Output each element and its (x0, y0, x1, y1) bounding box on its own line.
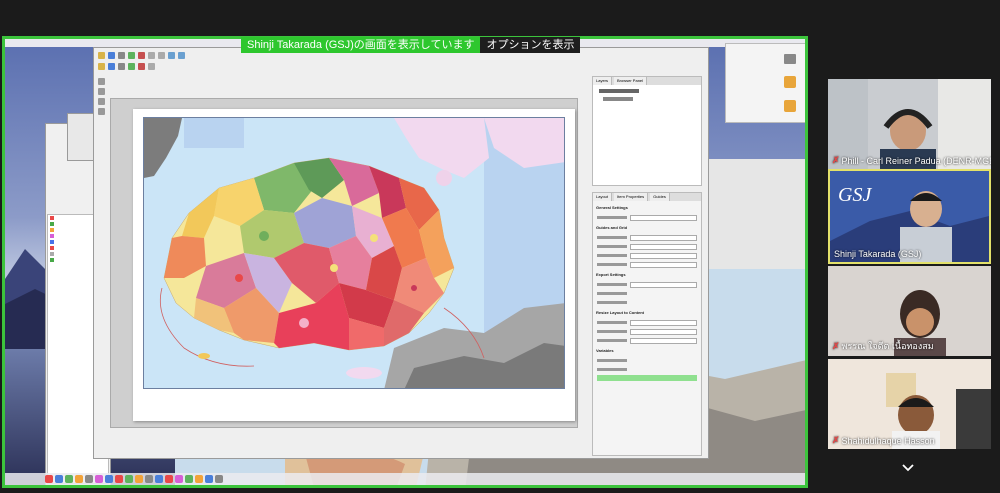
add-shape-icon[interactable] (138, 62, 145, 70)
app-icon[interactable] (85, 475, 93, 483)
participant-tile[interactable]: ✗ Shahidulhaque Hasson (828, 359, 991, 449)
open-icon[interactable] (98, 51, 105, 59)
participant-tile[interactable]: ✗ Phill - Carl Reiner Padua (DENR-MGB) (828, 79, 991, 169)
participant-name: Shinji Takarada (GSJ) (834, 249, 922, 259)
section-guides-grid[interactable]: Guides and Grid (596, 225, 698, 232)
tab-undo-history[interactable]: Browser Panel (614, 77, 648, 85)
screen-share-banner: Shinji Takarada (GSJ)の画面を表示しています オプションを表… (241, 37, 581, 53)
zoom-tool-icon[interactable] (98, 98, 105, 105)
app-icon[interactable] (135, 475, 143, 483)
app-icon[interactable] (65, 475, 73, 483)
move-content-icon[interactable] (98, 108, 105, 115)
view-options-button[interactable]: オプションを表示 (480, 37, 581, 53)
tab-layout[interactable]: Layout (593, 193, 613, 201)
layout-toolbar-2 (98, 62, 702, 70)
add-scalebar-icon[interactable] (128, 62, 135, 70)
zoom-out-icon[interactable] (178, 51, 185, 59)
layout-canvas[interactable] (110, 98, 578, 428)
page-units-select[interactable] (630, 261, 697, 268)
section-export-settings[interactable]: Export Settings (596, 272, 698, 279)
print-icon[interactable] (118, 51, 125, 59)
mic-off-icon: ✗ (832, 340, 840, 351)
reference-map-select[interactable] (630, 214, 697, 221)
properties-tabs: Layout Item Properties Guides (593, 193, 701, 201)
mic-off-icon: ✗ (832, 435, 840, 445)
section-general-settings[interactable]: General Settings (596, 205, 698, 212)
zoom-meeting-window: Shinji Takarada (GSJ)の画面を表示しています オプションを表… (0, 0, 1000, 493)
items-panel: Layers Browser Panel (592, 76, 702, 186)
margin-top-field[interactable] (630, 328, 697, 335)
export-pdf-icon[interactable] (138, 51, 145, 59)
app-icon[interactable] (95, 475, 103, 483)
tab-items[interactable]: Layers (593, 77, 613, 85)
margin-units-select[interactable] (630, 319, 697, 326)
app-icon[interactable] (185, 475, 193, 483)
align-icon[interactable] (148, 62, 155, 70)
app-icon[interactable] (165, 475, 173, 483)
add-label-icon[interactable] (108, 62, 115, 70)
tab-item-properties[interactable]: Item Properties (614, 193, 649, 201)
add-map-icon[interactable] (98, 62, 105, 70)
app-icon[interactable] (155, 475, 163, 483)
app-icon[interactable] (205, 475, 213, 483)
pan-tool-icon[interactable] (98, 88, 105, 95)
qgis-print-layout-window: Layers Browser Panel Layout Item Propert… (93, 47, 709, 459)
share-status-text: Shinji Takarada (GSJ)の画面を表示しています (241, 37, 481, 53)
app-icon[interactable] (125, 475, 133, 483)
layout-properties-panel: Layout Item Properties Guides General Se… (592, 192, 702, 456)
layout-right-dock: Layers Browser Panel Layout Item Propert… (592, 76, 702, 456)
geologic-map-item[interactable] (143, 117, 565, 389)
add-legend-icon[interactable] (118, 62, 125, 70)
undo-icon[interactable] (148, 51, 155, 59)
margin-bottom-field[interactable] (630, 337, 697, 344)
app-icon[interactable] (175, 475, 183, 483)
mic-off-icon: ✗ (832, 155, 840, 165)
participant-tile[interactable]: ✗ พรรณ ใจดีต เนื้อทองสม (828, 266, 991, 356)
mac-dock (5, 473, 805, 485)
grid-spacing-field[interactable] (630, 234, 697, 241)
export-image-icon[interactable] (128, 51, 135, 59)
grid-offset-field[interactable] (630, 243, 697, 250)
snap-tolerance-field[interactable] (630, 252, 697, 259)
participant-name: ✗ พรรณ ใจดีต เนื้อทองสม (832, 340, 934, 352)
participant-name: ✗ Phill - Carl Reiner Padua (DENR-MGB) (832, 155, 991, 166)
section-resize-layout[interactable]: Resize Layout to Content (596, 310, 698, 317)
participant-tile-active-speaker[interactable]: GSJ Shinji Takarada (GSJ) (828, 169, 991, 264)
export-resolution-field[interactable] (630, 281, 697, 288)
select-tool-icon[interactable] (98, 78, 105, 85)
section-variables[interactable]: Variables (596, 348, 698, 355)
app-icon[interactable] (145, 475, 153, 483)
gsj-logo: GSJ (838, 184, 872, 206)
app-icon[interactable] (55, 475, 63, 483)
app-icon[interactable] (195, 475, 203, 483)
side-window-top (725, 43, 805, 123)
app-icon[interactable] (75, 475, 83, 483)
variable-row-highlighted[interactable] (597, 375, 697, 381)
layout-tool-column (98, 78, 106, 418)
zoom-in-icon[interactable] (168, 51, 175, 59)
chevron-down-icon[interactable] (901, 462, 915, 474)
app-icon[interactable] (115, 475, 123, 483)
app-icon[interactable] (45, 475, 53, 483)
participant-name: ✗ Shahidulhaque Hasson (832, 435, 935, 446)
app-icon[interactable] (215, 475, 223, 483)
layout-page (133, 109, 575, 421)
shared-screen: Layers Browser Panel Layout Item Propert… (2, 36, 808, 488)
save-icon[interactable] (108, 51, 115, 59)
tab-guides[interactable]: Guides (650, 193, 670, 201)
redo-icon[interactable] (158, 51, 165, 59)
geologic-map (144, 118, 564, 388)
zoom-top-bar (0, 0, 1000, 36)
app-icon[interactable] (105, 475, 113, 483)
items-panel-tabs: Layers Browser Panel (593, 77, 701, 85)
